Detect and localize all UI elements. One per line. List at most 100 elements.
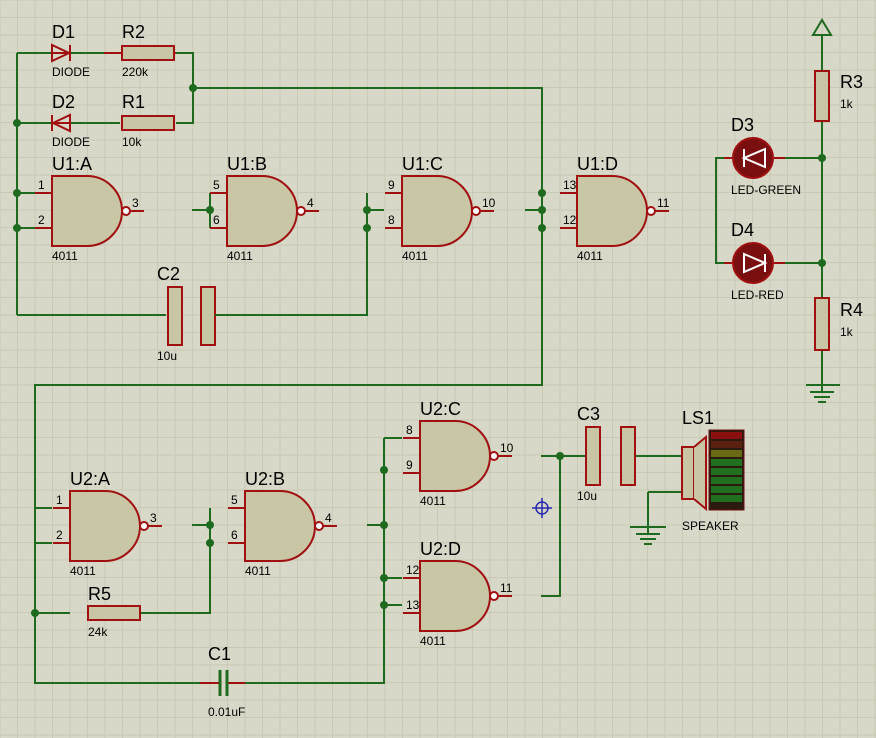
component-value: 1k xyxy=(840,97,854,111)
pin-number: 12 xyxy=(563,213,577,227)
component-value: 10k xyxy=(122,135,142,149)
junction-dot xyxy=(380,521,388,529)
schematic-canvas[interactable]: D1 DIODE D2 DIODE R2 220k R1 10k R3 1k R… xyxy=(0,0,876,738)
component-value: 0.01uF xyxy=(208,705,245,719)
junction-dot xyxy=(13,189,21,197)
component-value: 24k xyxy=(88,625,108,639)
component-ref: R4 xyxy=(840,300,863,320)
junction-dot xyxy=(13,119,21,127)
component-ref: R1 xyxy=(122,92,145,112)
resistor-r5[interactable]: R5 24k xyxy=(87,584,141,639)
gate-ref: U1:D xyxy=(577,154,618,174)
pin-number: 1 xyxy=(56,493,63,507)
capacitor-c1[interactable]: C1 0.01uF xyxy=(200,644,245,719)
pin-number: 6 xyxy=(231,528,238,542)
junction-dot xyxy=(31,609,39,617)
junction-dot xyxy=(363,224,371,232)
junction-dot xyxy=(380,466,388,474)
nand-gate[interactable]: U2:B 4011 5 6 4 xyxy=(228,469,337,578)
component-ref: R3 xyxy=(840,72,863,92)
junction-dot xyxy=(380,574,388,582)
pin-number: 1 xyxy=(38,178,45,192)
component-ref: D3 xyxy=(731,115,754,135)
nand-gate[interactable]: U2:C 4011 8 9 10 xyxy=(403,399,514,508)
capacitor-c2[interactable]: C2 10u xyxy=(157,264,244,363)
pin-number: 5 xyxy=(231,493,238,507)
nand-gate[interactable]: U1:C 4011 9 8 10 xyxy=(385,154,496,263)
gate-value: 4011 xyxy=(420,634,446,648)
pin-number: 9 xyxy=(388,178,395,192)
pin-number: 10 xyxy=(500,441,514,455)
pin-number: 3 xyxy=(150,511,157,525)
component-value: 10u xyxy=(157,349,177,363)
resistor-r4[interactable]: R4 1k xyxy=(814,297,863,351)
component-value: 220k xyxy=(122,65,149,79)
nand-gate[interactable]: U1:D 4011 13 12 11 xyxy=(560,154,670,263)
pin-number: 10 xyxy=(482,196,496,210)
gate-value: 4011 xyxy=(52,249,78,263)
pin-number: 11 xyxy=(500,581,513,595)
component-ref: D4 xyxy=(731,220,754,240)
gate-ref: U2:C xyxy=(420,399,461,419)
pin-number: 4 xyxy=(325,511,332,525)
gate-value: 4011 xyxy=(420,494,446,508)
pin-number: 12 xyxy=(406,563,420,577)
component-value: SPEAKER xyxy=(682,519,739,533)
component-value: 1k xyxy=(840,325,854,339)
junction-dot xyxy=(538,206,546,214)
pin-number: 4 xyxy=(307,196,314,210)
junction-dot xyxy=(206,539,214,547)
diode-d1[interactable]: D1 DIODE xyxy=(51,22,90,79)
component-ref: LS1 xyxy=(682,408,714,428)
junction-dot xyxy=(206,521,214,529)
pin-number: 2 xyxy=(56,528,63,542)
gate-ref: U2:D xyxy=(420,539,461,559)
led-d4[interactable]: D4 LED-RED xyxy=(724,220,785,302)
component-ref: D2 xyxy=(52,92,75,112)
pin-number: 11 xyxy=(657,196,670,210)
component-ref: R5 xyxy=(88,584,111,604)
resistor-r3[interactable]: R3 1k xyxy=(814,70,863,122)
speaker-level-meter xyxy=(708,429,745,511)
led-d3[interactable]: D3 LED-GREEN xyxy=(724,115,801,197)
gate-value: 4011 xyxy=(227,249,253,263)
junction-dot xyxy=(818,259,826,267)
diode-d2[interactable]: D2 DIODE xyxy=(50,92,90,149)
component-value: LED-GREEN xyxy=(731,183,801,197)
pin-number: 13 xyxy=(563,178,577,192)
gate-ref: U2:B xyxy=(245,469,285,489)
gate-ref: U1:B xyxy=(227,154,267,174)
component-ref: R2 xyxy=(122,22,145,42)
component-ref: C3 xyxy=(577,404,600,424)
junction-dot xyxy=(818,154,826,162)
gate-value: 4011 xyxy=(245,564,271,578)
junction-dot xyxy=(380,601,388,609)
gate-value: 4011 xyxy=(402,249,428,263)
nand-gate[interactable]: U1:A 4011 1 2 3 xyxy=(35,154,144,263)
pin-number: 8 xyxy=(388,213,395,227)
component-value: LED-RED xyxy=(731,288,784,302)
gate-ref: U1:A xyxy=(52,154,92,174)
nand-gate[interactable]: U2:D 4011 12 13 11 xyxy=(403,539,513,648)
junction-dot xyxy=(363,206,371,214)
component-ref: D1 xyxy=(52,22,75,42)
capacitor-c3[interactable]: C3 10u xyxy=(577,404,636,503)
junction-dot xyxy=(538,189,546,197)
nand-gate[interactable]: U2:A 4011 1 2 3 xyxy=(53,469,162,578)
component-value: 10u xyxy=(577,489,597,503)
pin-number: 8 xyxy=(406,423,413,437)
pin-number: 13 xyxy=(406,598,420,612)
component-value: DIODE xyxy=(52,65,90,79)
pin-number: 9 xyxy=(406,458,413,472)
gate-ref: U1:C xyxy=(402,154,443,174)
nand-gate[interactable]: U1:B 4011 5 6 4 xyxy=(210,154,319,263)
pin-number: 3 xyxy=(132,196,139,210)
component-value: DIODE xyxy=(52,135,90,149)
gate-ref: U2:A xyxy=(70,469,110,489)
junction-dot xyxy=(13,224,21,232)
probe-cursor-icon[interactable] xyxy=(532,498,552,518)
nand-gates: U1:A4011123U1:B4011564U1:C40119810U1:D40… xyxy=(35,154,670,648)
pin-number: 5 xyxy=(213,178,220,192)
gate-value: 4011 xyxy=(577,249,603,263)
gate-value: 4011 xyxy=(70,564,96,578)
